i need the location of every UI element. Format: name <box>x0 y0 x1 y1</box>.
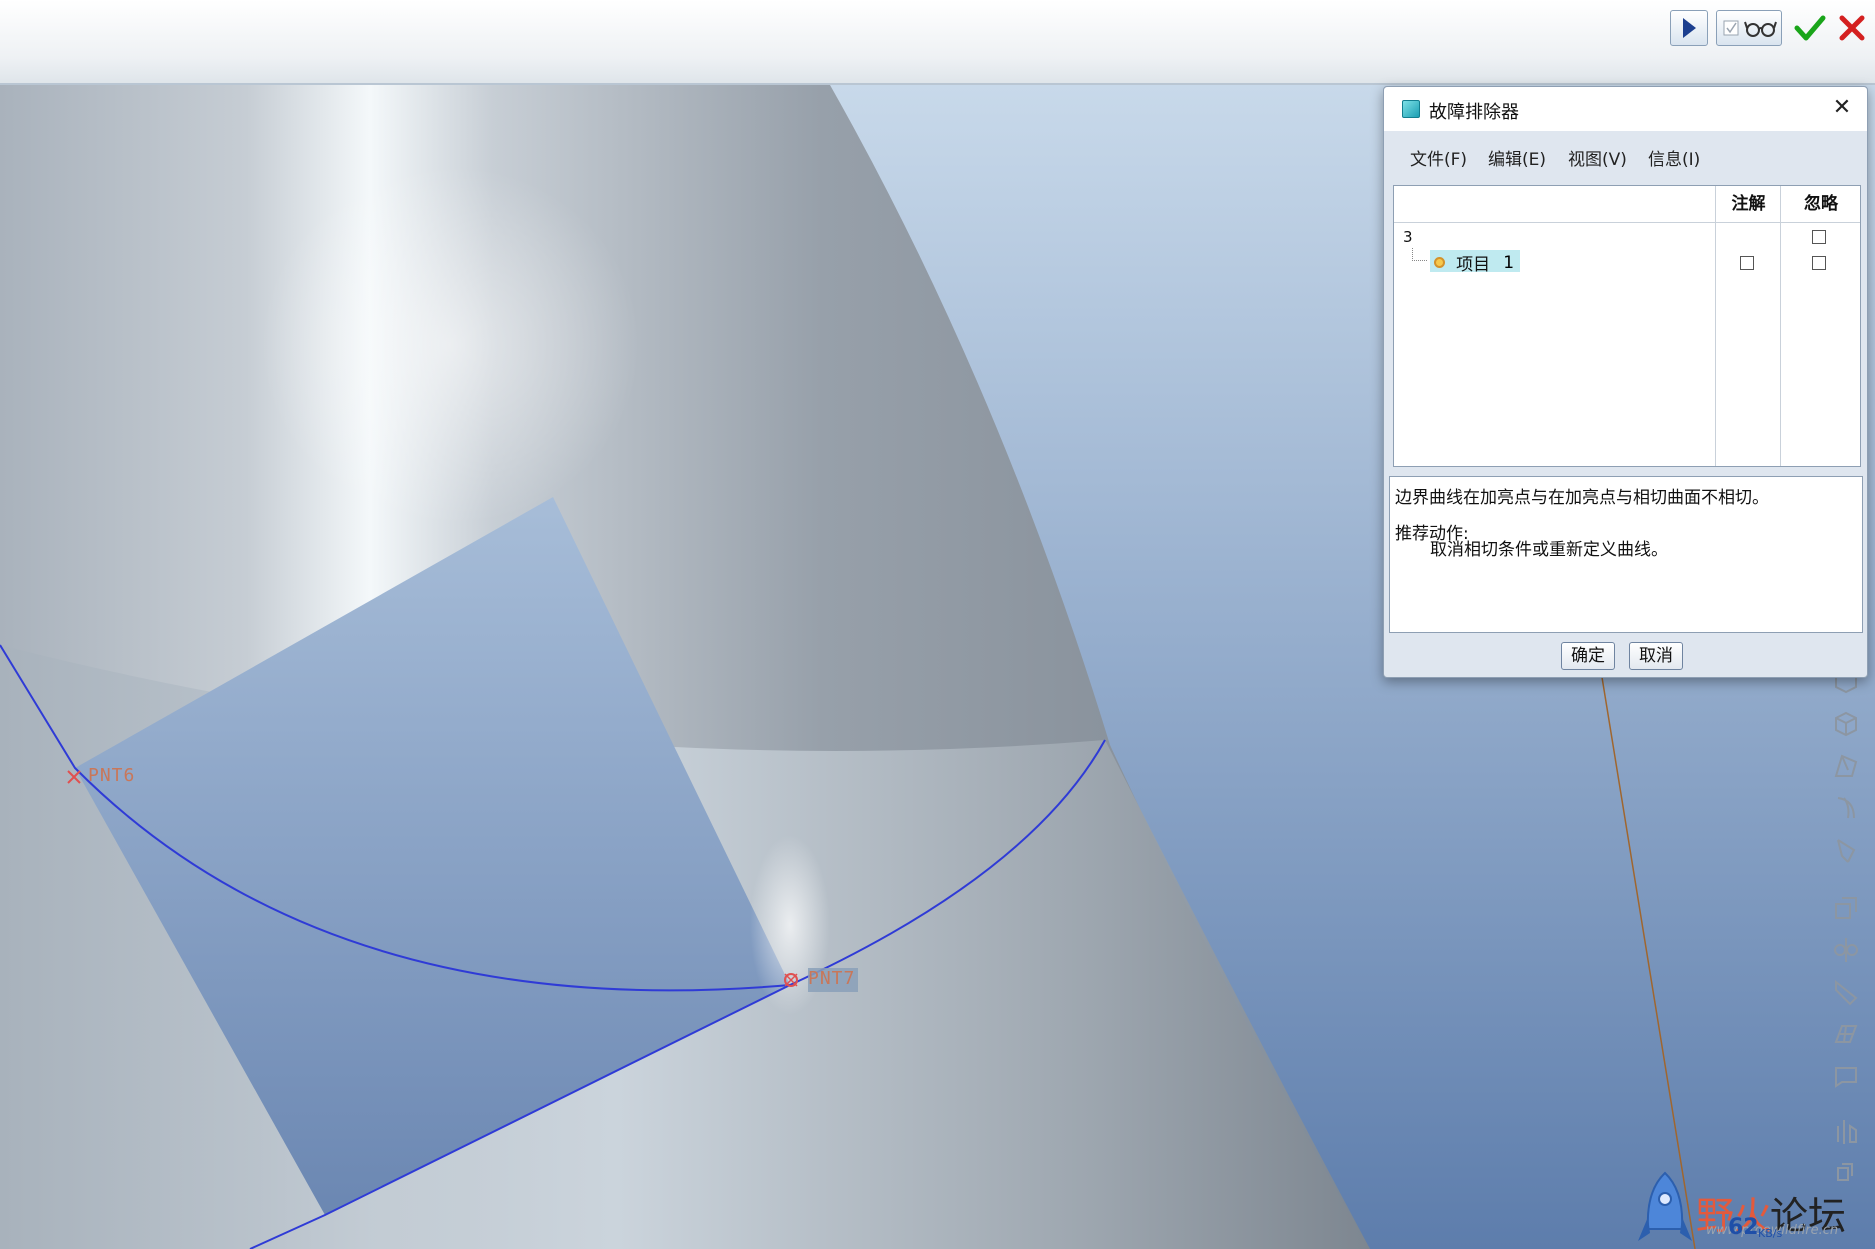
tree-connector <box>1412 248 1427 261</box>
trim-icon[interactable] <box>1830 976 1862 1008</box>
item-status-icon <box>1434 257 1445 268</box>
error-message: 边界曲线在加亮点与在加亮点与相切曲面不相切。 <box>1395 488 1769 508</box>
point-label-pnt6[interactable]: PNT6 <box>88 765 135 786</box>
checkmark-icon <box>1794 15 1826 41</box>
column-ignore[interactable]: 忽略 <box>1780 186 1861 222</box>
group-ignore-checkbox[interactable] <box>1812 230 1826 244</box>
column-annotation[interactable]: 注解 <box>1715 186 1781 222</box>
troubleshooter-icon <box>1402 100 1420 118</box>
point-label-pnt7[interactable]: PNT7 <box>808 968 855 989</box>
right-feature-toolbar <box>1820 660 1875 1249</box>
network-speed-unit: KB/s <box>1758 1227 1783 1240</box>
rocket-icon <box>1638 1171 1692 1241</box>
accept-button[interactable] <box>1792 10 1828 46</box>
split-icon[interactable] <box>1830 1116 1862 1148</box>
item-ignore-checkbox[interactable] <box>1812 256 1826 270</box>
checkbox-icon <box>1723 20 1739 36</box>
tree-item-label: 项目 <box>1456 255 1491 275</box>
tree-item-number: 1 <box>1503 252 1515 273</box>
tree-header: 注解 忽略 <box>1394 186 1860 223</box>
dialog-close-button[interactable]: ✕ <box>1829 95 1855 121</box>
item-annotation-checkbox[interactable] <box>1740 256 1754 270</box>
forum-watermark: 野火 论坛 www.proewildfire.cn 62 KB/s <box>1630 1165 1875 1249</box>
sweep-icon[interactable] <box>1830 750 1862 782</box>
tree-group-count[interactable]: 3 <box>1403 228 1413 246</box>
revolve-icon[interactable] <box>1830 708 1862 740</box>
menu-info[interactable]: 信息(I) <box>1648 145 1700 170</box>
menu-file[interactable]: 文件(F) <box>1410 145 1467 170</box>
round-icon[interactable] <box>1830 834 1862 866</box>
close-x-icon <box>1839 15 1865 41</box>
dialog-titlebar[interactable]: 故障排除器 ✕ <box>1384 87 1867 131</box>
message-panel: 边界曲线在加亮点与在加亮点与相切曲面不相切。 推荐动作: 取消相切条件或重新定义… <box>1389 476 1863 633</box>
surface-icon[interactable] <box>1830 1018 1862 1050</box>
mirror-icon[interactable] <box>1830 934 1862 966</box>
play-button[interactable] <box>1670 10 1708 46</box>
network-speed: 62 <box>1728 1215 1759 1240</box>
dialog-menubar: 文件(F) 编辑(E) 视图(V) 信息(I) <box>1384 131 1867 177</box>
preview-toggle-button[interactable] <box>1716 10 1782 46</box>
tree-item[interactable]: 项目 1 <box>1430 250 1521 275</box>
copy-icon[interactable] <box>1830 892 1862 924</box>
troubleshooter-dialog: 故障排除器 ✕ 文件(F) 编辑(E) 视图(V) 信息(I) 注解 忽略 3 … <box>1383 86 1868 678</box>
recommended-action-text: 取消相切条件或重新定义曲线。 <box>1430 540 1668 560</box>
glasses-icon <box>1744 21 1777 37</box>
close-icon: ✕ <box>1832 95 1852 120</box>
menu-edit[interactable]: 编辑(E) <box>1488 145 1546 170</box>
blend-icon[interactable] <box>1830 792 1862 824</box>
play-icon <box>1683 18 1696 38</box>
top-toolbar <box>0 0 1875 85</box>
ok-button[interactable]: 确定 <box>1561 642 1615 670</box>
fill-icon[interactable] <box>1830 1060 1862 1092</box>
cancel-feature-button[interactable] <box>1834 10 1870 46</box>
menu-view[interactable]: 视图(V) <box>1568 145 1627 170</box>
dialog-title: 故障排除器 <box>1429 102 1519 123</box>
troubleshooter-tree[interactable]: 注解 忽略 3 项目 1 <box>1393 185 1861 467</box>
cancel-button[interactable]: 取消 <box>1629 642 1683 670</box>
